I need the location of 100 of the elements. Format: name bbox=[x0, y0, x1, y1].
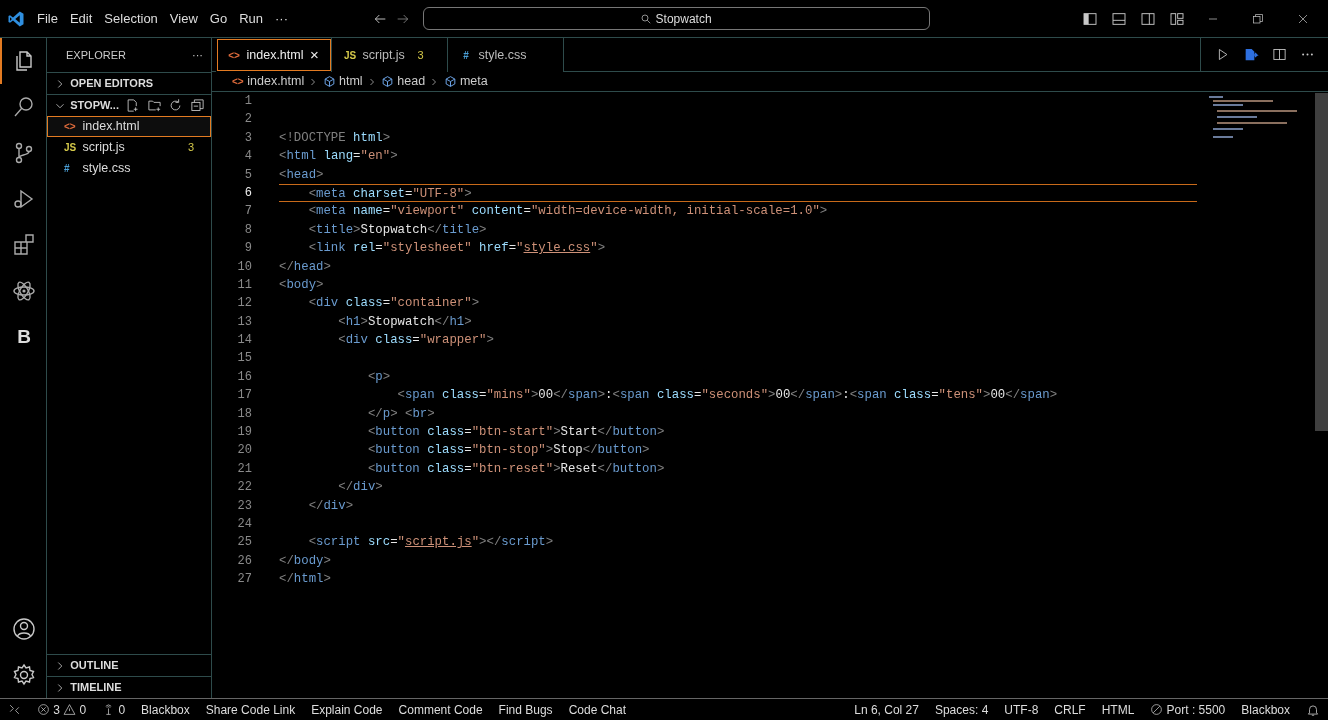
explorer-file[interactable]: # style.css bbox=[47, 158, 211, 179]
menu-item[interactable]: File bbox=[31, 6, 64, 31]
bell-icon[interactable] bbox=[1306, 702, 1320, 717]
menu-item[interactable]: Edit bbox=[63, 6, 99, 31]
code-line[interactable]: <h1>Stopwatch</h1> bbox=[279, 314, 472, 329]
code-line[interactable]: <meta charset="UTF-8"> bbox=[279, 186, 472, 201]
restore-icon[interactable] bbox=[1251, 12, 1264, 25]
menu-item[interactable]: Selection bbox=[98, 6, 164, 31]
code-line[interactable]: <!DOCTYPE html> bbox=[279, 130, 391, 145]
section-header[interactable]: OPEN EDITORS bbox=[47, 73, 211, 94]
status-item[interactable]: UTF-8 bbox=[996, 700, 1047, 719]
code-line[interactable]: </div> bbox=[279, 480, 383, 495]
remote-icon[interactable] bbox=[8, 703, 21, 716]
activity-button[interactable]: B bbox=[0, 314, 46, 360]
collapse-all-icon[interactable] bbox=[189, 98, 205, 113]
code-line[interactable]: <meta name="viewport" content="width=device-width, initial-scale=1.0"> bbox=[279, 204, 828, 219]
code-line[interactable]: </div> bbox=[279, 498, 354, 513]
code-line[interactable]: <body> bbox=[279, 277, 324, 292]
line-number: 19 bbox=[236, 424, 252, 442]
menu-item[interactable]: Go bbox=[203, 6, 234, 31]
status-item[interactable]: Ln 6, Col 27 bbox=[846, 700, 927, 719]
status-item[interactable]: Port : 5500 bbox=[1142, 700, 1234, 719]
menu-item[interactable]: View bbox=[163, 6, 204, 31]
line-number: 1 bbox=[243, 93, 252, 110]
status-item[interactable]: 3 0 bbox=[29, 700, 95, 719]
code-line[interactable]: <link rel="stylesheet" href="style.css"> bbox=[279, 241, 606, 256]
search-field[interactable]: Stopwatch bbox=[422, 7, 930, 30]
scrollbar-thumb[interactable] bbox=[1315, 93, 1328, 431]
editor-tab[interactable]: <> index.html × bbox=[216, 38, 332, 72]
line-number: 26 bbox=[236, 552, 252, 570]
line-number: 27 bbox=[236, 571, 252, 589]
new-folder-icon[interactable] bbox=[146, 98, 162, 113]
code-line[interactable]: </html> bbox=[279, 572, 331, 587]
code-line[interactable]: </body> bbox=[279, 553, 331, 568]
line-number: 10 bbox=[236, 258, 252, 276]
line-number: 20 bbox=[236, 442, 252, 460]
breadcrumb-item[interactable]: meta bbox=[443, 72, 488, 91]
editor-tab[interactable]: JS script.js 3 bbox=[332, 38, 448, 72]
status-item[interactable]: Blackbox bbox=[1233, 700, 1298, 719]
code-line[interactable]: <div class="wrapper"> bbox=[279, 333, 494, 348]
custom-layout-icon[interactable] bbox=[1168, 10, 1185, 27]
editor-logo-icon[interactable] bbox=[6, 9, 25, 28]
line-number: 11 bbox=[236, 276, 252, 294]
code-line[interactable]: <html lang="en"> bbox=[279, 149, 398, 164]
section-header[interactable]: OUTLINE bbox=[47, 655, 211, 676]
explorer-file[interactable]: <> index.html bbox=[47, 116, 211, 137]
status-item[interactable]: Find Bugs bbox=[490, 700, 561, 719]
menu-item[interactable]: Run bbox=[233, 6, 269, 31]
code-line[interactable]: <span class="mins">00</span>:<span class="seconds">00</span>:<span class="tens">00</span> bbox=[279, 388, 1058, 403]
split-layout-icon[interactable] bbox=[1139, 10, 1156, 27]
status-item[interactable]: Blackbox bbox=[133, 700, 198, 719]
line-number: 23 bbox=[236, 497, 252, 515]
code-line[interactable]: </head> bbox=[279, 259, 331, 274]
code-line[interactable]: <head> bbox=[279, 167, 324, 182]
status-item[interactable]: Code Chat bbox=[560, 700, 634, 719]
sidebar-layout-icon[interactable] bbox=[1081, 10, 1098, 27]
menu-item[interactable]: ··· bbox=[269, 6, 294, 31]
close-icon[interactable] bbox=[1296, 12, 1309, 25]
more-button[interactable]: ··· bbox=[192, 46, 203, 64]
code-line[interactable]: <title>Stopwatch</title> bbox=[279, 222, 487, 237]
line-number: 8 bbox=[243, 221, 252, 239]
status-item[interactable]: Share Code Link bbox=[197, 700, 304, 719]
account-icon[interactable] bbox=[12, 617, 36, 641]
line-number: 24 bbox=[236, 516, 252, 533]
explorer-file[interactable]: JS script.js 3 bbox=[47, 137, 211, 158]
blocks-icon[interactable] bbox=[12, 233, 36, 257]
live-share-icon[interactable] bbox=[1243, 46, 1259, 63]
line-number: 22 bbox=[236, 479, 252, 497]
editor-tab[interactable]: # style.css bbox=[448, 38, 564, 72]
line-number: 17 bbox=[236, 387, 252, 405]
code-line[interactable]: <p> bbox=[279, 369, 391, 384]
code-line[interactable]: <button class="btn-start">Start</button> bbox=[279, 425, 665, 440]
status-item[interactable]: Comment Code bbox=[390, 700, 491, 719]
status-item[interactable]: Explain Code bbox=[303, 700, 391, 719]
error-icon bbox=[37, 703, 50, 716]
code-line[interactable]: </p> <br> bbox=[279, 406, 435, 421]
line-number: 6 bbox=[243, 184, 252, 202]
code-line[interactable]: <script src="script.js"></script> bbox=[279, 535, 554, 550]
breadcrumb-item[interactable]: html bbox=[322, 72, 363, 91]
code-line[interactable]: <div class="container"> bbox=[279, 296, 480, 311]
panel-layout-icon[interactable] bbox=[1110, 10, 1127, 27]
refresh-icon[interactable] bbox=[168, 98, 183, 113]
section-header[interactable]: TIMELINE bbox=[47, 677, 211, 698]
status-item[interactable]: Spaces: 4 bbox=[926, 700, 997, 719]
warning-icon bbox=[63, 703, 77, 716]
split-editor-icon[interactable] bbox=[1272, 47, 1287, 62]
new-file-icon[interactable] bbox=[125, 98, 140, 113]
breadcrumb-item[interactable]: <> index.html bbox=[232, 72, 305, 91]
section-header[interactable]: STOPW... bbox=[47, 95, 125, 116]
code-line[interactable]: <button class="btn-stop">Stop</button> bbox=[279, 443, 650, 458]
status-item[interactable]: CRLF bbox=[1046, 700, 1094, 719]
settings-icon[interactable] bbox=[12, 663, 36, 687]
code-line[interactable]: <button class="btn-reset">Reset</button> bbox=[279, 461, 665, 476]
sidebar-title: EXPLORER bbox=[66, 47, 126, 63]
status-item[interactable]: 0 bbox=[94, 700, 134, 719]
atom-icon[interactable] bbox=[12, 279, 36, 303]
status-item[interactable]: HTML bbox=[1093, 700, 1143, 719]
line-number: 25 bbox=[236, 534, 252, 552]
breadcrumb-item[interactable]: head bbox=[381, 72, 426, 91]
search-icon[interactable] bbox=[12, 95, 36, 119]
